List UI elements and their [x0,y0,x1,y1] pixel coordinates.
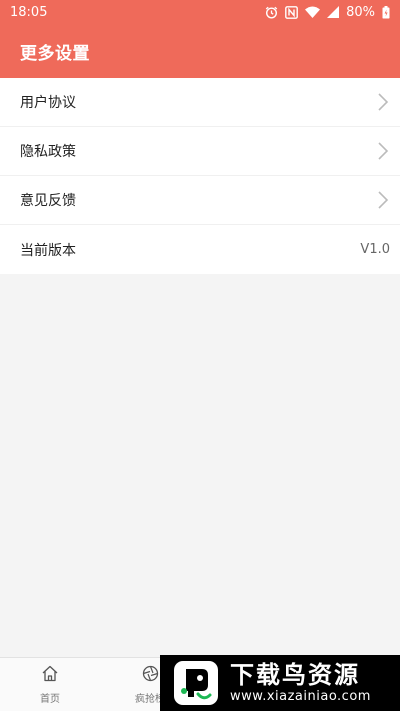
watermark-url: www.xiazainiao.com [230,689,371,704]
watermark-title: 下载鸟资源 [230,661,360,689]
settings-item-version: 当前版本 V1.0 [0,225,400,274]
battery-icon [382,5,390,19]
settings-item-user-agreement[interactable]: 用户协议 [0,78,400,127]
wifi-icon [305,6,321,18]
status-bar: 18:05 80% [0,0,400,24]
version-value: V1.0 [360,242,390,257]
chevron-right-icon [376,190,390,210]
home-icon [41,665,59,686]
status-time: 18:05 [10,4,48,20]
app-header: 更多设置 [0,24,400,78]
status-icons: 80% [265,5,390,20]
nfc-icon [285,5,298,19]
alarm-icon [265,6,278,19]
aperture-icon [142,665,159,686]
signal-icon [327,6,340,18]
battery-percent: 80% [346,4,375,20]
settings-item-privacy-policy[interactable]: 隐私政策 [0,127,400,176]
chevron-right-icon [376,141,390,161]
nav-item-home[interactable]: 首页 [0,658,100,711]
settings-item-label: 用户协议 [20,95,76,111]
settings-item-label: 当前版本 [20,242,76,259]
nav-label: 首页 [40,693,60,705]
watermark-text: 下载鸟资源 www.xiazainiao.com [230,661,371,705]
page-title: 更多设置 [20,43,90,64]
settings-item-feedback[interactable]: 意见反馈 [0,176,400,225]
bird-logo-icon [174,661,218,705]
settings-list: 用户协议 隐私政策 意见反馈 当前版本 V1.0 [0,78,400,274]
settings-item-label: 意见反馈 [20,193,76,209]
settings-item-label: 隐私政策 [20,144,76,160]
chevron-right-icon [376,92,390,112]
watermark: 下载鸟资源 www.xiazainiao.com [160,655,400,711]
